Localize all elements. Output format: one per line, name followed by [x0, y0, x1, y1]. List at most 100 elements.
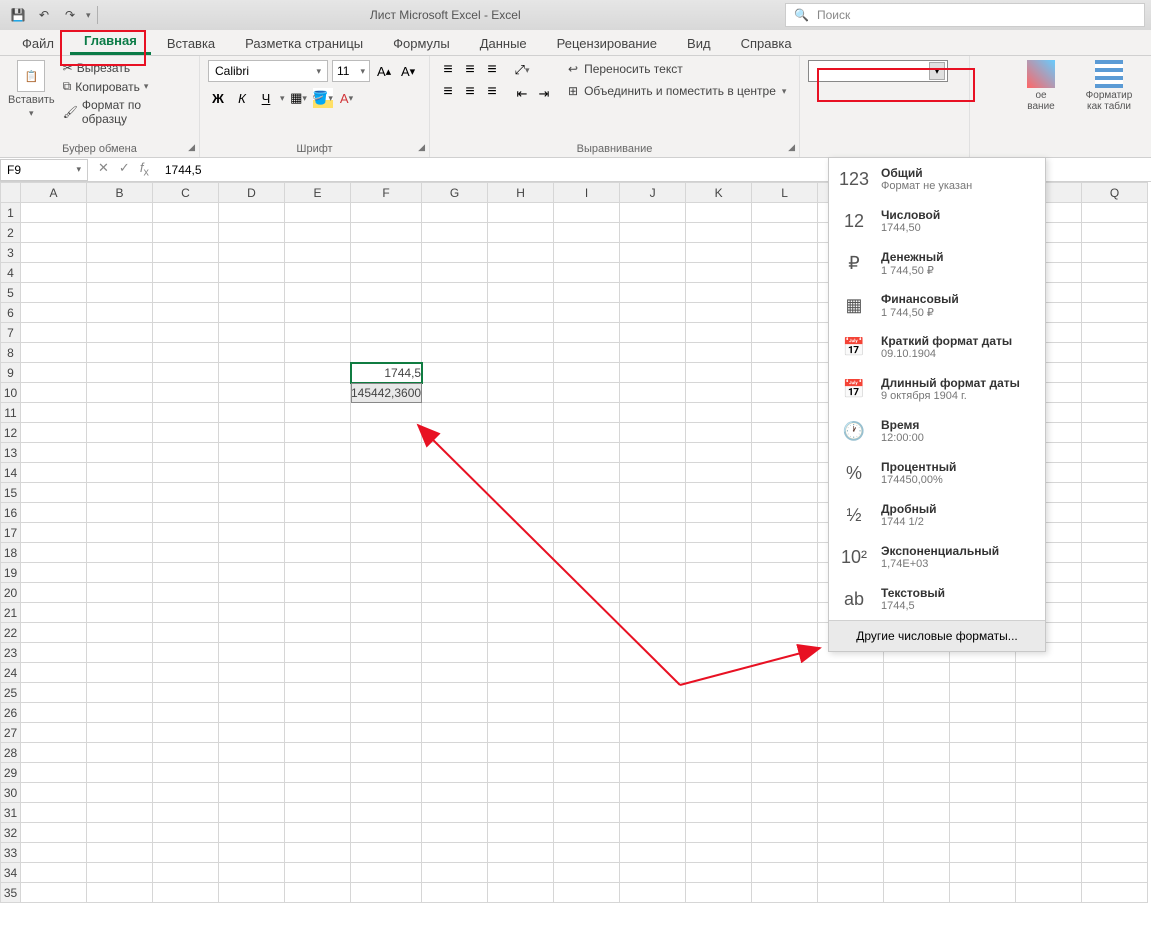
italic-button[interactable]: К	[232, 88, 252, 108]
cell[interactable]	[884, 843, 950, 863]
cell[interactable]	[488, 383, 554, 403]
cell[interactable]	[818, 803, 884, 823]
redo-icon[interactable]: ↷	[60, 5, 80, 25]
name-box[interactable]: F9▾	[0, 159, 88, 181]
align-center-icon[interactable]: ≡	[460, 82, 480, 102]
cell[interactable]	[620, 703, 686, 723]
cell[interactable]	[219, 243, 285, 263]
cell[interactable]	[686, 863, 752, 883]
cell[interactable]	[1082, 383, 1148, 403]
cell[interactable]	[422, 323, 488, 343]
cell[interactable]	[219, 423, 285, 443]
undo-icon[interactable]: ↶	[34, 5, 54, 25]
cell[interactable]	[285, 683, 351, 703]
cell[interactable]	[488, 403, 554, 423]
cell[interactable]	[87, 723, 153, 743]
cell[interactable]	[219, 843, 285, 863]
row-header[interactable]: 29	[1, 763, 21, 783]
cell[interactable]	[285, 283, 351, 303]
cell[interactable]	[752, 543, 818, 563]
cell[interactable]	[620, 763, 686, 783]
cell[interactable]	[752, 223, 818, 243]
alignment-dialog-launcher[interactable]: ◢	[788, 142, 795, 153]
enter-icon[interactable]: ✓	[119, 160, 130, 179]
cell[interactable]	[686, 763, 752, 783]
cell[interactable]	[153, 383, 219, 403]
cell[interactable]	[422, 543, 488, 563]
cell[interactable]	[219, 383, 285, 403]
cell[interactable]	[554, 683, 620, 703]
cell[interactable]	[87, 423, 153, 443]
cell[interactable]	[21, 423, 87, 443]
cell[interactable]	[620, 343, 686, 363]
cell[interactable]	[884, 703, 950, 723]
cell[interactable]	[285, 883, 351, 903]
cell[interactable]	[488, 663, 554, 683]
cell[interactable]	[153, 863, 219, 883]
cell[interactable]	[153, 843, 219, 863]
cell[interactable]	[351, 763, 422, 783]
cell[interactable]	[554, 243, 620, 263]
cell[interactable]	[620, 503, 686, 523]
cell[interactable]	[87, 563, 153, 583]
cell[interactable]	[21, 483, 87, 503]
cell[interactable]	[686, 383, 752, 403]
cell[interactable]	[950, 743, 1016, 763]
cell[interactable]	[1016, 883, 1082, 903]
cell[interactable]	[219, 683, 285, 703]
cell[interactable]	[153, 283, 219, 303]
merge-center-button[interactable]: ⊞Объединить и поместить в центре▾	[564, 82, 790, 100]
cell[interactable]	[422, 703, 488, 723]
cell[interactable]	[488, 363, 554, 383]
cell[interactable]	[752, 303, 818, 323]
column-header[interactable]: C	[153, 183, 219, 203]
cell[interactable]	[818, 763, 884, 783]
tab-file[interactable]: Файл	[8, 32, 68, 55]
cell[interactable]	[219, 203, 285, 223]
cell[interactable]	[87, 223, 153, 243]
cell[interactable]	[153, 423, 219, 443]
cell[interactable]	[87, 403, 153, 423]
cell[interactable]	[686, 743, 752, 763]
cell[interactable]	[884, 663, 950, 683]
tab-insert[interactable]: Вставка	[153, 32, 229, 55]
cell[interactable]	[950, 863, 1016, 883]
cell[interactable]	[21, 543, 87, 563]
cell[interactable]	[818, 663, 884, 683]
column-header[interactable]: I	[554, 183, 620, 203]
row-header[interactable]: 3	[1, 243, 21, 263]
cell[interactable]	[285, 423, 351, 443]
cell[interactable]	[554, 483, 620, 503]
cell[interactable]	[153, 263, 219, 283]
cell[interactable]	[153, 243, 219, 263]
cell[interactable]	[488, 423, 554, 443]
cell[interactable]	[1082, 783, 1148, 803]
cell[interactable]	[219, 643, 285, 663]
cell[interactable]	[219, 663, 285, 683]
cell[interactable]	[752, 843, 818, 863]
cell[interactable]	[1082, 763, 1148, 783]
row-header[interactable]: 14	[1, 463, 21, 483]
cell[interactable]	[1082, 623, 1148, 643]
cell[interactable]	[1082, 343, 1148, 363]
cell[interactable]	[219, 403, 285, 423]
cell[interactable]	[1082, 283, 1148, 303]
cell[interactable]	[1016, 843, 1082, 863]
cell[interactable]	[153, 883, 219, 903]
decrease-indent-icon[interactable]: ⇤	[512, 84, 532, 104]
cell[interactable]	[351, 463, 422, 483]
cell[interactable]	[87, 323, 153, 343]
cell[interactable]	[554, 443, 620, 463]
cell[interactable]	[21, 783, 87, 803]
cell[interactable]	[87, 283, 153, 303]
cell[interactable]	[21, 343, 87, 363]
cell[interactable]	[422, 203, 488, 223]
cell[interactable]	[620, 523, 686, 543]
cell[interactable]	[285, 243, 351, 263]
cell[interactable]	[422, 523, 488, 543]
cell[interactable]	[21, 803, 87, 823]
cell[interactable]	[752, 523, 818, 543]
cell[interactable]	[554, 303, 620, 323]
cell[interactable]	[620, 203, 686, 223]
chevron-down-icon[interactable]: ▾	[929, 62, 945, 80]
